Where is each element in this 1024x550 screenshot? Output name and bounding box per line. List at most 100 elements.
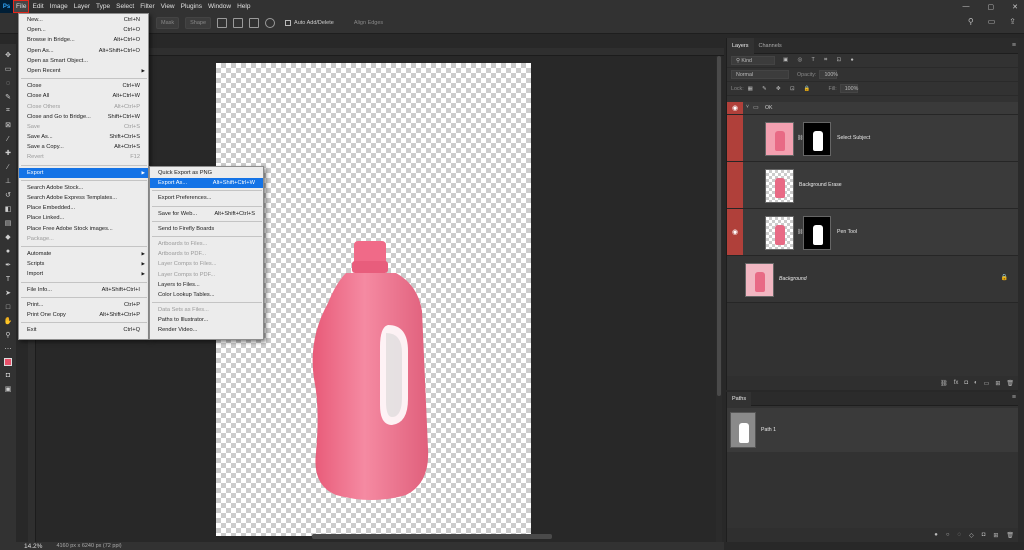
auto-add-delete-checkbox[interactable] — [285, 20, 292, 26]
file-menu-item-new[interactable]: New... Ctrl+N — [19, 15, 148, 25]
layer-mask-thumbnail[interactable] — [803, 216, 831, 250]
blend-mode-select[interactable]: Normal — [731, 70, 789, 79]
path-operations-icon[interactable] — [217, 18, 228, 28]
menu-layer[interactable]: Layer — [71, 0, 93, 13]
zoom-tool-icon[interactable]: ⚲ — [3, 330, 13, 340]
clone-stamp-tool-icon[interactable]: ⊥ — [3, 176, 13, 186]
fill-path-icon[interactable]: ● — [934, 532, 938, 538]
opacity-input[interactable]: 100% — [819, 70, 838, 79]
gear-icon[interactable] — [265, 18, 276, 28]
file-menu-item-open-as[interactable]: Open As... Alt+Shift+Ctrl+O — [19, 46, 148, 56]
layer-visibility-toggle[interactable] — [727, 256, 743, 302]
link-layers-icon[interactable]: ⛓ — [940, 380, 948, 387]
file-menu-item-exit[interactable]: Exit Ctrl+Q — [19, 325, 148, 335]
file-menu-item-automate[interactable]: Automate ▶ — [19, 249, 148, 259]
export-menu-item-paths-to-illustrator[interactable]: Paths to Illustrator... — [150, 315, 263, 325]
foreground-color-swatch[interactable] — [4, 358, 12, 366]
add-mask-icon[interactable]: ◘ — [982, 532, 986, 538]
file-menu-item-browse-in-bridge[interactable]: Browse in Bridge... Alt+Ctrl+O — [19, 35, 148, 45]
more-tools-icon[interactable]: ⋯ — [3, 344, 13, 354]
layer-row[interactable]: Background Erase — [727, 162, 1024, 209]
file-menu-item-export[interactable]: Export ▶ — [19, 167, 148, 178]
maximize-button[interactable]: ▢ — [988, 3, 995, 11]
export-menu-item-layers-to-files[interactable]: Layers to Files... — [150, 280, 263, 290]
file-menu-item-place-linked[interactable]: Place Linked... — [19, 213, 148, 223]
close-button[interactable]: ✕ — [1012, 3, 1018, 11]
file-menu-item-place-embedded[interactable]: Place Embedded... — [19, 203, 148, 213]
file-menu-item-print[interactable]: Print... Ctrl+P — [19, 300, 148, 310]
move-tool-icon[interactable]: ✥ — [3, 50, 13, 60]
adjustment-layer-icon[interactable]: ◐ — [974, 380, 978, 386]
file-menu-item-search-adobe-express-templates[interactable]: Search Adobe Express Templates... — [19, 193, 148, 203]
artboard-tool-icon[interactable]: ▭ — [3, 64, 13, 74]
menu-image[interactable]: Image — [47, 0, 71, 13]
file-menu-item-file-info[interactable]: File Info... Alt+Shift+Ctrl+I — [19, 285, 148, 295]
menu-select[interactable]: Select — [113, 0, 137, 13]
menu-edit[interactable]: Edit — [29, 0, 46, 13]
tab-paths[interactable]: Paths — [727, 391, 752, 406]
new-layer-icon[interactable]: ⊞ — [995, 380, 1000, 387]
layer-style-icon[interactable]: fx — [954, 380, 959, 386]
layer-group-ok[interactable]: ◉ OK ▭ ˅ — [727, 102, 1024, 115]
export-menu-item-export-preferences[interactable]: Export Preferences... — [150, 193, 263, 203]
history-brush-tool-icon[interactable]: ↺ — [3, 190, 13, 200]
rectangle-tool-icon[interactable]: □ — [3, 302, 13, 312]
frame-tool-icon[interactable]: ⊠ — [3, 120, 13, 130]
menu-help[interactable]: Help — [234, 0, 253, 13]
file-menu-item-open-as-smart-object[interactable]: Open as Smart Object... — [19, 56, 148, 66]
export-menu-item-color-lookup-tables[interactable]: Color Lookup Tables... — [150, 290, 263, 300]
gradient-tool-icon[interactable]: ▤ — [3, 218, 13, 228]
delete-path-icon[interactable]: 🗑 — [1006, 532, 1014, 539]
file-menu-item-search-adobe-stock[interactable]: Search Adobe Stock... — [19, 183, 148, 193]
lasso-tool-icon[interactable]: ◌ — [3, 78, 13, 88]
align-edges-checkbox[interactable]: Align Edges — [350, 17, 387, 29]
eyedropper-tool-icon[interactable]: ⁄ — [3, 134, 13, 144]
eraser-tool-icon[interactable]: ◧ — [3, 204, 13, 214]
delete-layer-icon[interactable]: 🗑 — [1006, 380, 1014, 387]
pen-tool-icon[interactable]: ✒ — [3, 260, 13, 270]
chevron-down-icon[interactable]: ˅ — [746, 104, 749, 110]
layer-row[interactable]: ◉ ⛓ Pen Tool — [727, 209, 1024, 256]
add-mask-icon[interactable]: ◘ — [964, 380, 968, 386]
load-as-selection-icon[interactable]: ◌ — [958, 532, 962, 538]
file-menu-item-save-as[interactable]: Save As... Shift+Ctrl+S — [19, 132, 148, 142]
new-path-icon[interactable]: ⊞ — [993, 532, 998, 539]
layer-row[interactable]: Background 🔒 — [727, 256, 1024, 303]
menu-plugins[interactable]: Plugins — [178, 0, 205, 13]
panel-menu-icon[interactable]: ≡ — [1012, 394, 1016, 401]
layer-visibility-toggle[interactable] — [727, 162, 743, 208]
path-arrangement-icon[interactable] — [249, 18, 260, 28]
filter-icons[interactable]: ▣ ◎ T ⌗ ⊡ ● — [783, 57, 858, 64]
file-menu-item-print-one-copy[interactable]: Print One Copy Alt+Shift+Ctrl+P — [19, 310, 148, 320]
export-menu-item-save-for-web[interactable]: Save for Web... Alt+Shift+Ctrl+S — [150, 209, 263, 219]
path-row[interactable]: Path 1 — [727, 408, 1024, 452]
fill-input[interactable]: 100% — [839, 84, 858, 93]
menu-view[interactable]: View — [158, 0, 178, 13]
mask-button[interactable]: Mask — [156, 17, 180, 29]
stroke-path-icon[interactable]: ○ — [946, 532, 950, 538]
export-menu-item-export-as[interactable]: Export As... Alt+Shift+Ctrl+W — [150, 178, 263, 189]
layer-mask-thumbnail[interactable] — [803, 122, 831, 156]
screen-mode-icon[interactable]: ▣ — [3, 384, 13, 394]
file-menu-item-close-all[interactable]: Close All Alt+Ctrl+W — [19, 91, 148, 101]
tab-channels[interactable]: Channels — [754, 38, 787, 54]
horizontal-scrollbar-thumb[interactable] — [312, 534, 552, 539]
menu-window[interactable]: Window — [205, 0, 234, 13]
layer-visibility-toggle[interactable] — [727, 115, 743, 161]
crop-tool-icon[interactable]: ⌗ — [3, 106, 13, 116]
lock-icons[interactable]: ▦ ✎ ✥ ⊡ 🔒 — [748, 86, 815, 92]
workspace-icon[interactable]: ▭ — [988, 17, 996, 26]
type-tool-icon[interactable]: T — [3, 274, 13, 284]
blur-tool-icon[interactable]: ◆ — [3, 232, 13, 242]
export-menu-item-send-to-firefly-boards[interactable]: Send to Firefly Boards — [150, 224, 263, 234]
layer-filter-kind[interactable]: ⚲ Kind — [731, 56, 775, 65]
minimize-button[interactable]: — — [963, 3, 970, 10]
menu-filter[interactable]: Filter — [137, 0, 157, 13]
tab-layers[interactable]: Layers — [727, 37, 754, 54]
vertical-scrollbar[interactable] — [716, 56, 722, 542]
panel-menu-icon[interactable]: ≡ — [1012, 42, 1016, 49]
brush-tool-icon[interactable]: ∕ — [3, 162, 13, 172]
path-selection-tool-icon[interactable]: ➤ — [3, 288, 13, 298]
file-menu-item-close[interactable]: Close Ctrl+W — [19, 81, 148, 91]
file-menu-item-close-and-go-to-bridge[interactable]: Close and Go to Bridge... Shift+Ctrl+W — [19, 112, 148, 122]
